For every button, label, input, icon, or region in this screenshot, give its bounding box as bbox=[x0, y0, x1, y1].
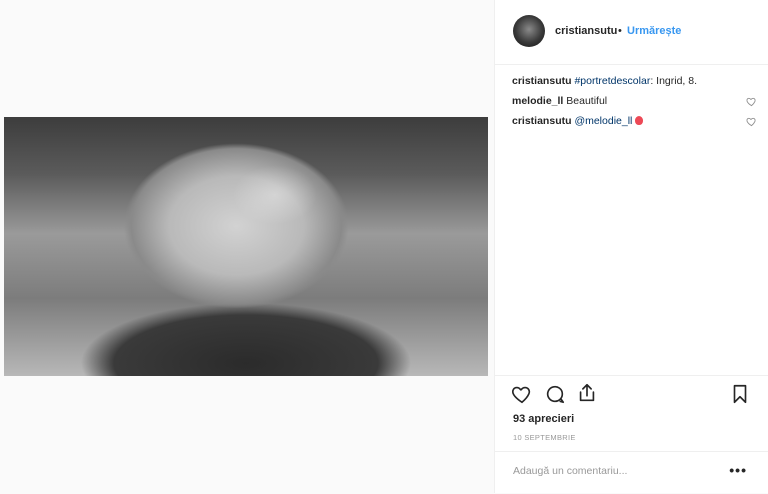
share-icon[interactable] bbox=[576, 382, 598, 404]
comments-list: cristiansutu #portretdescolar: Ingrid, 8… bbox=[512, 75, 757, 135]
comment-item: melodie_ll Beautiful bbox=[512, 95, 757, 108]
comment-icon[interactable] bbox=[544, 383, 566, 405]
comment-item: cristiansutu #portretdescolar: Ingrid, 8… bbox=[512, 75, 757, 88]
comment-text: Beautiful bbox=[566, 95, 608, 107]
comment-username[interactable]: cristiansutu bbox=[512, 115, 572, 127]
avatar[interactable] bbox=[513, 15, 545, 47]
more-options-icon[interactable]: ••• bbox=[729, 462, 747, 478]
hashtag-link[interactable]: #portretdescolar bbox=[574, 75, 650, 87]
post-header: cristiansutu • Urmărește bbox=[495, 0, 768, 65]
follow-button[interactable]: Urmărește bbox=[627, 25, 681, 37]
post-side-panel: cristiansutu • Urmărește cristiansutu #p… bbox=[494, 0, 768, 493]
header-separator: • bbox=[618, 25, 622, 37]
like-comment-heart-icon[interactable] bbox=[746, 116, 757, 127]
post-photo[interactable] bbox=[4, 117, 488, 376]
header-username[interactable]: cristiansutu bbox=[555, 25, 617, 37]
like-comment-heart-icon[interactable] bbox=[746, 96, 757, 107]
comment-username[interactable]: cristiansutu bbox=[512, 75, 572, 87]
post-media-area bbox=[0, 0, 494, 493]
bookmark-icon[interactable] bbox=[729, 383, 751, 405]
heart-icon[interactable] bbox=[511, 383, 533, 405]
comment-username[interactable]: melodie_ll bbox=[512, 95, 563, 107]
balloon-emoji bbox=[635, 116, 644, 125]
comment-item: cristiansutu @melodie_ll bbox=[512, 115, 757, 128]
comment-input[interactable]: Adaugă un comentariu... bbox=[513, 465, 627, 477]
comment-text: : Ingrid, 8. bbox=[650, 75, 698, 87]
mention-link[interactable]: @melodie_ll bbox=[574, 115, 632, 127]
action-bar bbox=[495, 375, 768, 404]
likes-count[interactable]: 93 aprecieri bbox=[513, 413, 574, 425]
comment-box: Adaugă un comentariu... ••• bbox=[495, 451, 768, 494]
post-date: 10 SEPTEMBRIE bbox=[513, 433, 576, 442]
